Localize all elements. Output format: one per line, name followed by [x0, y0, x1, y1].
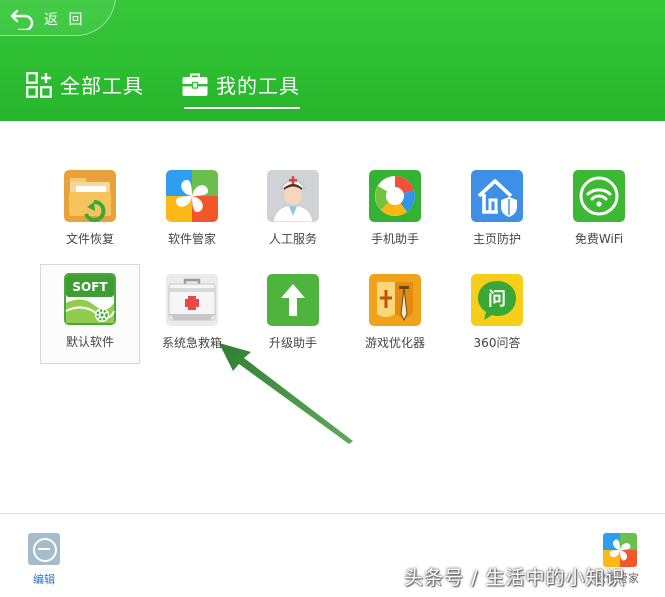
wifi-icon	[573, 170, 625, 222]
tool-software-manager[interactable]: 软件管家	[142, 161, 242, 261]
default-software-icon: SOFT	[64, 273, 116, 325]
tool-default-software-label: 默认软件	[65, 335, 114, 349]
tools-row-2: SOFT 默认软件 系统急救箱 升级助手 游戏优化器 问 360问答	[40, 264, 660, 369]
tool-homepage-protect[interactable]: 主页防护	[447, 161, 547, 261]
grid-plus-icon	[26, 72, 52, 98]
tool-homepage-protect-label: 主页防护	[472, 232, 521, 246]
first-aid-kit-icon	[166, 274, 218, 326]
tool-phone-assistant[interactable]: 手机助手	[345, 161, 445, 261]
tab-all-tools-label: 全部工具	[60, 74, 144, 98]
tab-all-tools[interactable]: 全部工具	[26, 72, 144, 112]
doctor-service-icon	[267, 170, 319, 222]
phone-assistant-icon	[369, 170, 421, 222]
tools-row-1: 文件恢复 软件管家 人工服务 手机助手 主页防护 免费WiFi	[40, 161, 660, 265]
header-bar: 返 回 全部工具 我的工具	[0, 0, 665, 121]
tool-default-software[interactable]: SOFT 默认软件	[40, 264, 140, 364]
back-button[interactable]: 返 回	[10, 6, 85, 32]
folder-restore-icon	[64, 170, 116, 222]
game-optimizer-icon	[369, 274, 421, 326]
tool-free-wifi-label: 免费WiFi	[574, 232, 624, 246]
tool-human-service[interactable]: 人工服务	[243, 161, 343, 261]
tools-grid: 文件恢复 软件管家 人工服务 手机助手 主页防护 免费WiFi SOFT 默认软…	[40, 161, 660, 369]
tool-first-aid-kit[interactable]: 系统急救箱	[142, 265, 242, 365]
tool-tabs: 全部工具 我的工具	[26, 72, 338, 112]
tool-360-qa[interactable]: 问 360问答	[447, 265, 547, 365]
edit-button-label: 编辑	[33, 573, 55, 586]
upgrade-arrow-icon	[267, 274, 319, 326]
footer-divider	[0, 513, 665, 514]
back-label: 返 回	[44, 12, 86, 28]
software-manager-icon	[166, 170, 218, 222]
tool-game-optimizer-label: 游戏优化器	[364, 336, 425, 350]
tool-free-wifi[interactable]: 免费WiFi	[549, 161, 649, 261]
tab-my-tools-label: 我的工具	[216, 74, 300, 98]
back-arrow-icon	[10, 9, 34, 30]
soft-badge-text: SOFT	[72, 280, 108, 294]
watermark-text: 头条号 / 生活中的小知识	[404, 567, 626, 589]
minus-circle-icon	[28, 533, 60, 565]
tool-first-aid-kit-label: 系统急救箱	[161, 336, 222, 350]
qa-chat-icon: 问	[471, 274, 523, 326]
tool-upgrade-assistant[interactable]: 升级助手	[243, 265, 343, 365]
edit-button[interactable]: 编辑	[26, 533, 62, 587]
tool-file-restore[interactable]: 文件恢复	[40, 161, 140, 261]
tool-game-optimizer[interactable]: 游戏优化器	[345, 265, 445, 365]
homepage-shield-icon	[471, 170, 523, 222]
software-manager-shortcut[interactable]	[603, 533, 637, 567]
toolbox-icon	[182, 73, 208, 96]
tab-my-tools[interactable]: 我的工具	[182, 72, 300, 112]
tool-upgrade-assistant-label: 升级助手	[268, 336, 317, 350]
qa-glyph-text: 问	[488, 289, 506, 310]
tool-human-service-label: 人工服务	[268, 232, 317, 246]
tool-file-restore-label: 文件恢复	[65, 232, 114, 246]
tool-phone-assistant-label: 手机助手	[370, 232, 419, 246]
tool-software-manager-label: 软件管家	[167, 232, 216, 246]
software-manager-small-icon	[603, 533, 637, 567]
tool-360-qa-label: 360问答	[473, 336, 521, 350]
